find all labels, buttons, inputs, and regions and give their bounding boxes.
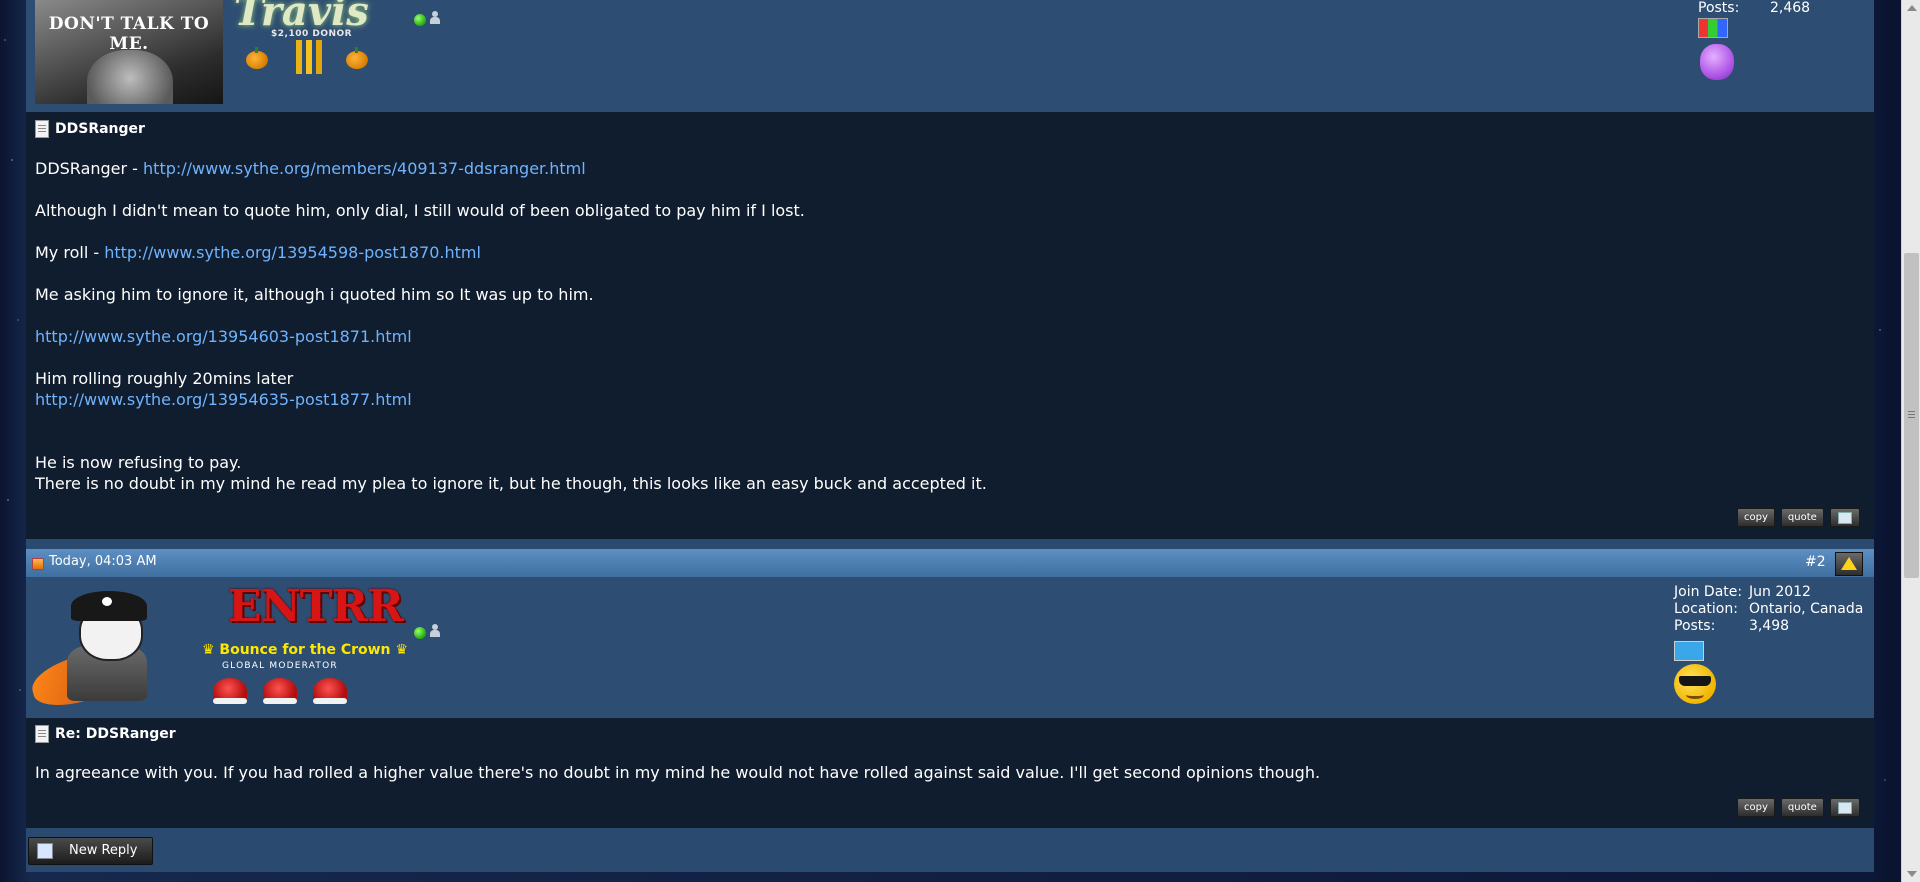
online-status-icon bbox=[414, 627, 426, 639]
post2-text: In agreeance with you. If you had rolled… bbox=[35, 763, 1321, 782]
new-reply-label: New Reply bbox=[69, 843, 138, 858]
post-link[interactable]: http://www.sythe.org/13954603-post1871.h… bbox=[35, 327, 412, 346]
scroll-up-icon[interactable] bbox=[1907, 5, 1917, 11]
post1-avatar[interactable]: DON'T TALK TO ME. bbox=[35, 0, 223, 104]
post1-actions: copy quote bbox=[1737, 508, 1860, 527]
mood-icon bbox=[1700, 44, 1734, 80]
post1-body: DDSRanger DDSRanger - http://www.sythe.o… bbox=[26, 112, 1874, 539]
posts-label: Posts: bbox=[1698, 0, 1740, 16]
post1-line: Although I didn't mean to quote him, onl… bbox=[35, 201, 805, 220]
posts-label: Posts: bbox=[1674, 618, 1716, 634]
person-icon[interactable] bbox=[430, 624, 440, 638]
copy-button[interactable]: copy bbox=[1737, 508, 1775, 527]
new-reply-button[interactable]: New Reply bbox=[28, 837, 153, 865]
avatar-caption: DON'T TALK TO ME. bbox=[48, 14, 210, 54]
post1-line: Me asking him to ignore it, although i q… bbox=[35, 285, 594, 304]
copy-button[interactable]: copy bbox=[1737, 798, 1775, 817]
post2-actions: copy quote bbox=[1737, 798, 1860, 817]
post1-line: My roll - http://www.sythe.org/13954598-… bbox=[35, 243, 481, 262]
post2-body: Re: DDSRanger In agreeance with you. If … bbox=[26, 718, 1874, 828]
santa-hat-icon bbox=[213, 678, 247, 704]
post2-avatar[interactable] bbox=[27, 585, 191, 713]
warn-icon[interactable] bbox=[1835, 552, 1863, 576]
document-icon bbox=[35, 120, 49, 138]
post2-title-row: Re: DDSRanger bbox=[35, 725, 176, 743]
line-text: DDSRanger - bbox=[35, 159, 144, 178]
post1-line: DDSRanger - http://www.sythe.org/members… bbox=[35, 159, 586, 178]
post2-username[interactable]: ENTRR bbox=[228, 581, 404, 632]
cool-smiley-icon bbox=[1674, 664, 1716, 704]
member-link[interactable]: http://www.sythe.org/members/409137-ddsr… bbox=[143, 159, 586, 178]
flag-icon bbox=[1698, 18, 1728, 38]
avatar-face bbox=[87, 50, 173, 104]
skull-icon bbox=[102, 597, 112, 606]
post1-title-row: DDSRanger bbox=[35, 120, 145, 138]
post1-line: Him rolling roughly 20mins later bbox=[35, 369, 294, 388]
location-label: Location: bbox=[1674, 601, 1738, 617]
pencil-icon bbox=[37, 843, 53, 859]
pumpkin-icon bbox=[246, 47, 268, 69]
roll-link[interactable]: http://www.sythe.org/13954598-post1870.h… bbox=[104, 243, 481, 262]
document-icon bbox=[35, 725, 49, 743]
scroll-down-icon[interactable] bbox=[1907, 871, 1917, 877]
scrollbar-thumb[interactable] bbox=[1904, 253, 1919, 578]
post1-title: DDSRanger bbox=[55, 121, 145, 137]
online-status-icon bbox=[414, 14, 426, 26]
post-status-icon bbox=[32, 558, 44, 570]
user-rank: ♛ Bounce for the Crown ♛ bbox=[202, 642, 408, 658]
posts-value: 3,498 bbox=[1749, 618, 1790, 634]
multiquote-icon[interactable] bbox=[1829, 508, 1860, 527]
post2-user-header: ENTRR ♛ Bounce for the Crown ♛ GLOBAL MO… bbox=[26, 577, 1874, 718]
multiquote-icon[interactable] bbox=[1829, 798, 1860, 817]
post2-date-bar: Today, 04:03 AM #2 bbox=[26, 549, 1874, 577]
post-date: Today, 04:03 AM bbox=[49, 554, 157, 569]
quote-button[interactable]: quote bbox=[1780, 508, 1824, 527]
join-date-label: Join Date: bbox=[1674, 584, 1743, 600]
post1-line: There is no doubt in my mind he read my … bbox=[35, 474, 987, 493]
skype-icon[interactable] bbox=[1674, 641, 1704, 661]
thread-container: DON'T TALK TO ME. Travis $2,100 DONOR Po… bbox=[26, 0, 1874, 872]
post-link[interactable]: http://www.sythe.org/13954635-post1877.h… bbox=[35, 390, 412, 409]
line-text: My roll - bbox=[35, 243, 105, 262]
pumpkin-icon bbox=[346, 47, 368, 69]
post1-line: He is now refusing to pay. bbox=[35, 453, 242, 472]
pirate-hat bbox=[71, 591, 147, 621]
donor-badge: $2,100 DONOR bbox=[271, 29, 353, 39]
join-date-value: Jun 2012 bbox=[1749, 584, 1811, 600]
posts-value: 2,468 bbox=[1770, 0, 1811, 16]
post1-user-header: DON'T TALK TO ME. Travis $2,100 DONOR Po… bbox=[26, 0, 1874, 112]
santa-hat-icon bbox=[263, 678, 297, 704]
santa-hat-icon bbox=[313, 678, 347, 704]
post2-title: Re: DDSRanger bbox=[55, 726, 176, 742]
post-number-link[interactable]: #2 bbox=[1805, 554, 1826, 570]
gold-bars-icon bbox=[294, 40, 328, 74]
vertical-scrollbar[interactable] bbox=[1901, 0, 1920, 882]
location-value: Ontario, Canada bbox=[1749, 601, 1864, 617]
user-title: GLOBAL MODERATOR bbox=[222, 661, 338, 671]
person-icon[interactable] bbox=[430, 11, 440, 25]
quote-button[interactable]: quote bbox=[1780, 798, 1824, 817]
